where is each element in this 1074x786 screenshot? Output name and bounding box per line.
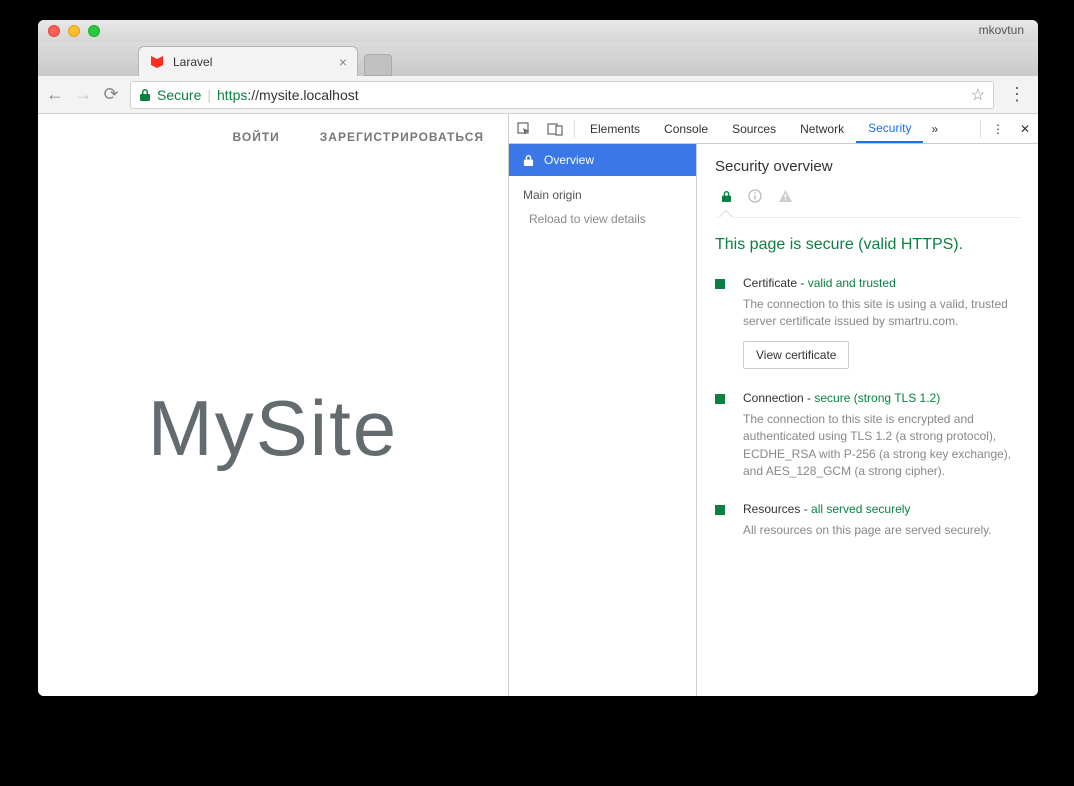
resources-title: Resources - all served securely xyxy=(743,502,1020,516)
tab-console[interactable]: Console xyxy=(652,114,720,143)
close-window-button[interactable] xyxy=(48,25,60,37)
url-text: https://mysite.localhost xyxy=(217,87,359,103)
browser-tab[interactable]: Laravel × xyxy=(138,46,358,76)
register-link[interactable]: ЗАРЕГИСТРИРОВАТЬСЯ xyxy=(320,130,484,144)
devtools-tabbar: Elements Console Sources Network Securit… xyxy=(509,114,1038,144)
security-sidebar: Overview Main origin Reload to view deta… xyxy=(509,144,697,696)
connection-block: Connection - secure (strong TLS 1.2) The… xyxy=(715,391,1020,481)
new-tab-button[interactable] xyxy=(364,54,392,76)
hero-title: MySite xyxy=(148,383,398,474)
security-main: Security overview This page is xyxy=(697,144,1038,696)
secure-label: Secure xyxy=(157,87,201,103)
tab-elements[interactable]: Elements xyxy=(578,114,652,143)
status-warning-icon xyxy=(778,189,793,203)
content-area: ВОЙТИ ЗАРЕГИСТРИРОВАТЬСЯ MySite Elements… xyxy=(38,114,1038,696)
url-separator: | xyxy=(207,87,211,103)
tab-security[interactable]: Security xyxy=(856,114,923,143)
certificate-desc: The connection to this site is using a v… xyxy=(743,296,1020,331)
certificate-title: Certificate - valid and trusted xyxy=(743,276,1020,290)
reload-hint[interactable]: Reload to view details xyxy=(509,206,696,232)
overview-label: Overview xyxy=(544,153,594,167)
view-certificate-button[interactable]: View certificate xyxy=(743,341,849,369)
address-bar[interactable]: Secure | https://mysite.localhost ☆ xyxy=(130,81,994,109)
url-scheme: https xyxy=(217,87,247,103)
lock-icon xyxy=(523,154,534,167)
inspect-element-icon[interactable] xyxy=(509,114,539,143)
browser-menu-button[interactable]: ⋮ xyxy=(1004,84,1030,105)
tab-network[interactable]: Network xyxy=(788,114,856,143)
secure-indicator[interactable]: Secure xyxy=(139,87,201,103)
close-tab-icon[interactable]: × xyxy=(339,54,347,70)
laravel-favicon-icon xyxy=(149,54,165,70)
connection-title: Connection - secure (strong TLS 1.2) xyxy=(743,391,1020,405)
device-toolbar-icon[interactable] xyxy=(539,114,571,143)
traffic-lights xyxy=(48,25,100,37)
status-square-icon xyxy=(715,505,725,515)
resources-desc: All resources on this page are served se… xyxy=(743,522,1020,539)
more-tabs-icon[interactable]: » xyxy=(923,114,946,143)
back-button[interactable]: ← xyxy=(46,84,64,105)
status-secure-icon xyxy=(721,190,732,203)
browser-window: mkovtun Laravel × ← → ⟳ Secure | https:/… xyxy=(38,20,1038,696)
maximize-window-button[interactable] xyxy=(88,25,100,37)
hero: MySite xyxy=(38,160,508,696)
status-icon-row xyxy=(715,185,1020,218)
devtools-menu-icon[interactable]: ⋮ xyxy=(984,122,1012,136)
devtools-body: Overview Main origin Reload to view deta… xyxy=(509,144,1038,696)
devtools: Elements Console Sources Network Securit… xyxy=(508,114,1038,696)
tabstrip: Laravel × xyxy=(38,42,1038,76)
connection-desc: The connection to this site is encrypted… xyxy=(743,411,1020,481)
status-square-icon xyxy=(715,279,725,289)
webpage: ВОЙТИ ЗАРЕГИСТРИРОВАТЬСЯ MySite xyxy=(38,114,508,696)
reload-button[interactable]: ⟳ xyxy=(102,84,120,105)
profile-name[interactable]: mkovtun xyxy=(979,23,1024,37)
tab-sources[interactable]: Sources xyxy=(720,114,788,143)
lock-icon xyxy=(139,88,151,102)
panel-title: Security overview xyxy=(715,158,1020,175)
sidebar-overview[interactable]: Overview xyxy=(509,144,696,176)
secure-headline: This page is secure (valid HTTPS). xyxy=(715,236,1020,254)
forward-button[interactable]: → xyxy=(74,84,92,105)
page-nav: ВОЙТИ ЗАРЕГИСТРИРОВАТЬСЯ xyxy=(38,114,508,160)
toolbar: ← → ⟳ Secure | https://mysite.localhost … xyxy=(38,76,1038,114)
status-square-icon xyxy=(715,394,725,404)
tab-title: Laravel xyxy=(173,55,212,69)
main-origin-label: Main origin xyxy=(509,176,696,206)
status-info-icon xyxy=(748,189,762,203)
minimize-window-button[interactable] xyxy=(68,25,80,37)
certificate-block: Certificate - valid and trusted The conn… xyxy=(715,276,1020,369)
resources-block: Resources - all served securely All reso… xyxy=(715,502,1020,539)
titlebar: mkovtun xyxy=(38,20,1038,42)
devtools-close-icon[interactable]: ✕ xyxy=(1012,122,1038,136)
login-link[interactable]: ВОЙТИ xyxy=(233,130,280,144)
bookmark-star-icon[interactable]: ☆ xyxy=(971,85,985,105)
url-host: ://mysite.localhost xyxy=(247,87,358,103)
